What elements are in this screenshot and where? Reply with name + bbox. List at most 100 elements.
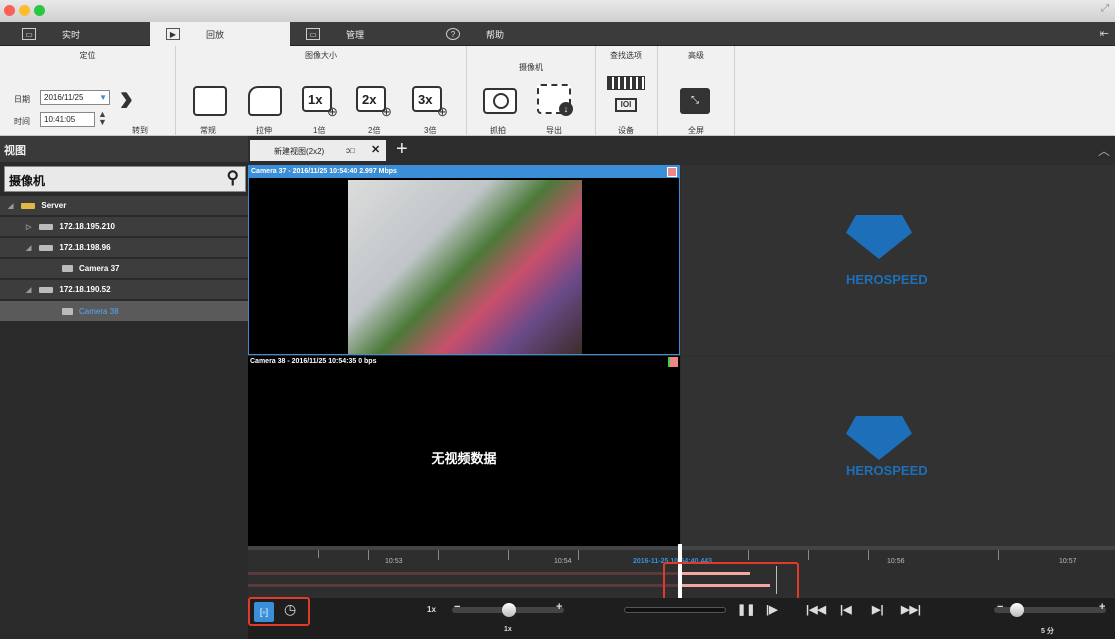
video-cell-empty[interactable]: HEROSPEED: [681, 165, 1115, 355]
device-label: 设备: [618, 126, 634, 135]
advanced-group-title: 高级: [688, 51, 704, 60]
snapshot-button[interactable]: [483, 88, 517, 114]
previous-frame-icon[interactable]: |◀: [840, 603, 852, 616]
monitor-icon: ▭: [22, 28, 36, 40]
zoom-slider-knob[interactable]: [1010, 603, 1024, 617]
view-panel-header: 视图: [0, 136, 248, 162]
view-tab-label: 新建视图(2x2): [274, 147, 325, 156]
camera38-header: Camera 38 - 2016/11/25 10:54:35 0 bps: [250, 358, 377, 365]
fullscreen-icon[interactable]: ⤢: [1101, 3, 1109, 14]
exit-icon[interactable]: ⇤: [1100, 27, 1109, 40]
video-cell-camera37[interactable]: Camera 37 - 2016/11/25 10:54:40 2.997 Mb…: [248, 165, 680, 355]
zoom-in-icon: ⊕: [437, 104, 448, 119]
time-label: 时间: [14, 117, 30, 126]
plus-icon[interactable]: +: [556, 601, 562, 613]
chevron-down-icon[interactable]: ▼: [99, 91, 107, 104]
tab-playback[interactable]: ▶ 回放: [150, 22, 290, 46]
video-camera-icon: [62, 265, 73, 272]
skip-to-start-icon[interactable]: |◀◀: [806, 603, 826, 616]
tree-item-server[interactable]: ◢ Server: [0, 196, 248, 216]
tree-item-camera[interactable]: Camera 37: [0, 259, 248, 279]
video-cell-empty[interactable]: HEROSPEED: [681, 356, 1115, 546]
speed-value-label: 1x: [504, 626, 512, 633]
zoom-2x-label: 2倍: [368, 126, 381, 135]
date-value: 2016/11/25: [44, 93, 84, 102]
herospeed-logo-text: HEROSPEED: [846, 463, 928, 478]
tab-live[interactable]: ▭ 实时: [0, 22, 150, 46]
device-button[interactable]: IOI: [607, 76, 645, 116]
video-cell-camera38[interactable]: Camera 38 - 2016/11/25 10:54:35 0 bps 无视…: [248, 356, 680, 546]
close-icon[interactable]: ✕: [371, 143, 380, 156]
tree-item-device[interactable]: ◢ 172.18.190.52: [0, 280, 248, 300]
tree-item-camera-selected[interactable]: Camera 38: [0, 301, 248, 322]
view-tab-suffix: ↄ□: [346, 146, 355, 155]
no-video-message: 无视频数据: [431, 451, 497, 466]
herospeed-logo-text: HEROSPEED: [846, 272, 928, 287]
playback-control-bar: [▫] ◷ 1x − + 1x ❚❚ |▶ |◀◀ |◀ ▶| ▶▶| − + …: [248, 597, 1115, 639]
camera-group-title: 摄像机: [519, 63, 543, 72]
camera-search-label: 摄像机: [9, 174, 46, 188]
add-view-icon[interactable]: +: [396, 138, 408, 161]
tab-help[interactable]: ? 帮助: [430, 22, 570, 46]
tree-item-label: 172.18.195.210: [59, 222, 115, 231]
search-options-title: 查找选项: [610, 51, 642, 60]
expand-arrow-icon[interactable]: ◢: [26, 244, 31, 252]
pause-icon[interactable]: ❚❚: [737, 603, 755, 616]
locate-group-title: 定位: [79, 51, 96, 60]
tick-label: 10:57: [1059, 558, 1077, 565]
collapse-arrow-icon[interactable]: ▷: [26, 223, 31, 231]
checkbox-icon[interactable]: [667, 167, 677, 177]
export-button[interactable]: ↓: [537, 84, 573, 116]
server-folder-icon: [21, 202, 36, 209]
stretch-button[interactable]: [248, 86, 282, 116]
camera-search-box[interactable]: 摄像机 ⚲: [4, 166, 246, 192]
help-icon: ?: [446, 28, 460, 40]
normal-size-label: 常规: [200, 126, 216, 135]
time-input[interactable]: 10:41:05: [40, 112, 95, 127]
date-label: 日期: [14, 95, 30, 104]
plus-icon[interactable]: +: [1099, 601, 1105, 613]
play-icon: ▶: [166, 28, 180, 40]
ribbon-toolbar: 定位 日期 2016/11/25 ▼ 时间 10:41:05 ▲▼ ›› 转到 …: [0, 46, 1115, 136]
date-input[interactable]: 2016/11/25 ▼: [40, 90, 110, 105]
tab-manage[interactable]: ▭ 管理: [290, 22, 430, 46]
zoom-2x-mark: 2x: [362, 92, 377, 107]
video-camera-icon: [62, 307, 73, 315]
zoom-1x-mark: 1x: [308, 92, 323, 107]
search-icon[interactable]: ⚲: [227, 168, 239, 188]
fullscreen-button[interactable]: ⤡: [680, 88, 710, 114]
skip-to-end-icon[interactable]: ▶▶|: [901, 603, 921, 616]
timeline[interactable]: 10:53 10:54 10:56 10:57 2016-11-25 10:54…: [248, 544, 1115, 604]
minus-icon[interactable]: −: [454, 601, 460, 613]
next-frame-icon[interactable]: ▶|: [872, 603, 884, 616]
zoom-window-button[interactable]: [34, 5, 45, 16]
camera-video-frame: [348, 180, 582, 354]
zoom-in-icon: ⊕: [327, 104, 338, 119]
collapse-icon[interactable]: ︿: [1098, 142, 1110, 159]
tree-item-device[interactable]: ▷ 172.18.195.210: [0, 217, 248, 237]
minus-icon[interactable]: −: [997, 601, 1003, 613]
tick-mark: [578, 550, 579, 560]
zoom-3x-label: 3倍: [424, 126, 437, 135]
time-stepper[interactable]: ▲ ▼: [98, 110, 107, 127]
expand-arrow-icon[interactable]: ◢: [26, 286, 31, 294]
device-icon: [39, 223, 54, 230]
scrub-slider[interactable]: [624, 607, 726, 613]
recording-bar: [248, 584, 678, 587]
normal-size-button[interactable]: [193, 86, 227, 116]
expand-icon: ⤡: [691, 95, 699, 106]
tick-mark: [808, 550, 809, 560]
tree-item-device[interactable]: ◢ 172.18.198.96: [0, 238, 248, 258]
view-tab[interactable]: 新建视图(2x2) ↄ□ ✕: [250, 140, 386, 161]
expand-arrow-icon[interactable]: ◢: [8, 202, 13, 210]
export-label: 导出: [546, 126, 562, 135]
minimize-window-button[interactable]: [19, 5, 30, 16]
step-forward-icon[interactable]: |▶: [766, 603, 778, 616]
stretch-label: 拉伸: [256, 126, 272, 135]
close-window-button[interactable]: [4, 5, 15, 16]
zoom-1x-label: 1倍: [313, 126, 326, 135]
speed-label: 1x: [427, 605, 436, 614]
tree-item-label: Server: [41, 201, 67, 210]
speed-slider-knob[interactable]: [502, 603, 516, 617]
tab-manage-label: 管理: [346, 29, 365, 40]
